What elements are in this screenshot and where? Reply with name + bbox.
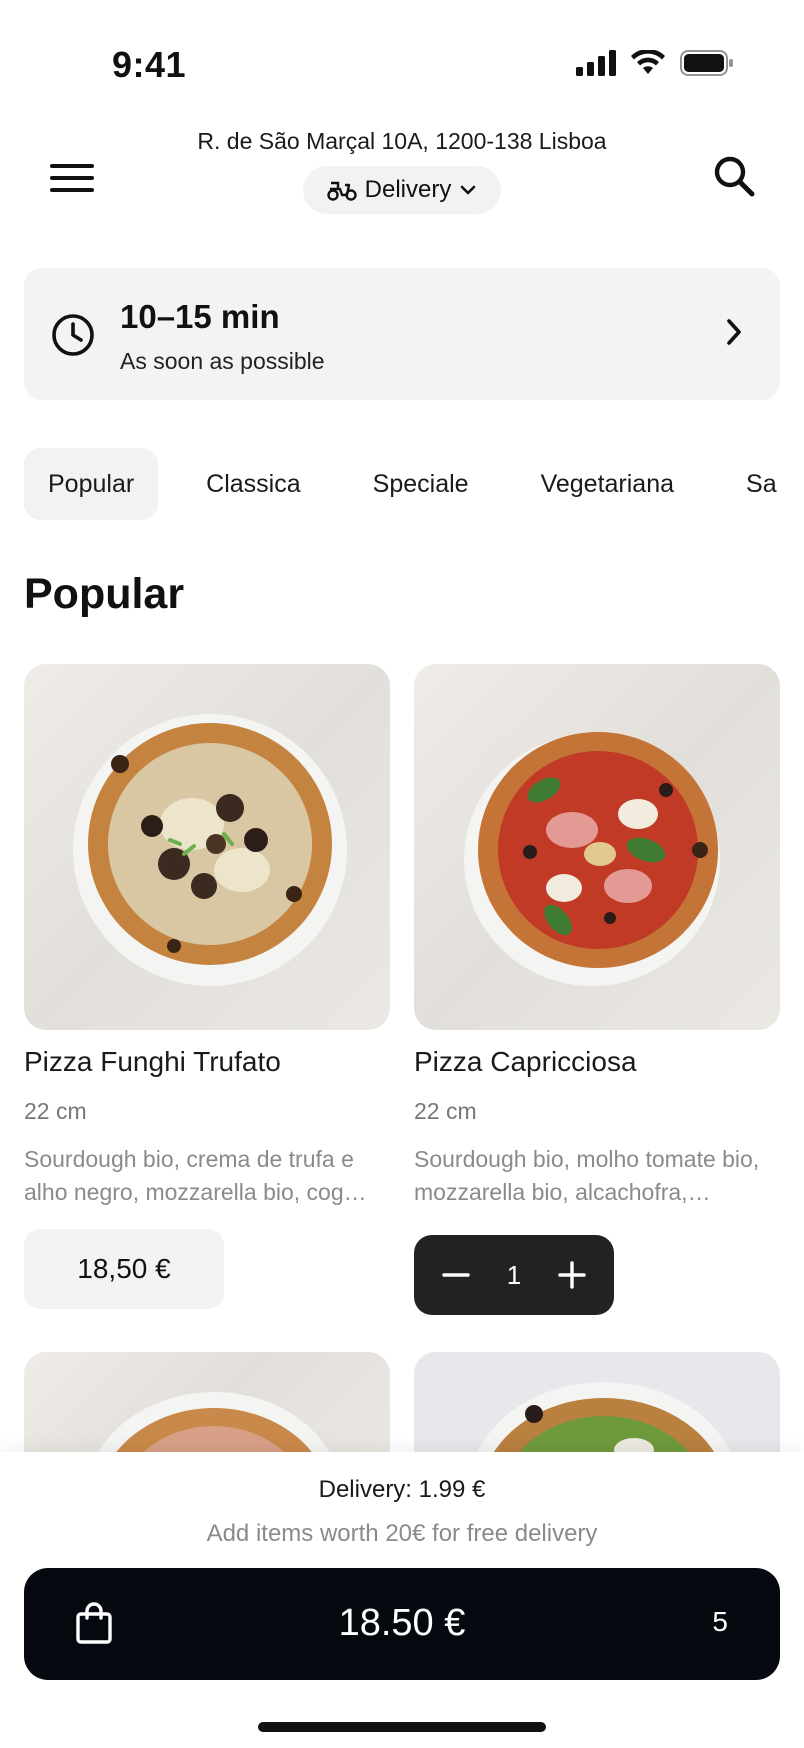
tab-speciale[interactable]: Speciale (349, 448, 493, 520)
section-title: Popular (24, 570, 185, 618)
tab-sa-truncated[interactable]: Sa (722, 448, 801, 520)
hamburger-menu-icon (50, 164, 94, 192)
search-icon (714, 156, 755, 197)
clock-icon (52, 314, 94, 356)
pizza-funghi-image (73, 714, 347, 986)
tab-vegetariana[interactable]: Vegetariana (517, 448, 698, 520)
delivery-time-card[interactable]: 10–15 min As soon as possible (24, 268, 780, 400)
product-name: Pizza Capricciosa (414, 1046, 637, 1077)
status-time: 9:41 (112, 44, 187, 85)
quantity-value: 1 (506, 1259, 522, 1290)
product-image[interactable] (24, 664, 390, 1030)
product-size: 22 cm (414, 1098, 477, 1124)
category-tabs: Popular Classica Speciale Vegetariana Sa (24, 448, 804, 520)
add-to-cart-price-button[interactable]: 18,50 € (24, 1229, 224, 1309)
delivery-address[interactable]: R. de São Marçal 10A, 1200-138 Lisboa (0, 128, 804, 155)
pizza-capricciosa-image (464, 732, 720, 986)
delivery-mode-label: Delivery (364, 176, 452, 203)
chevron-right-icon (727, 319, 741, 345)
product-card[interactable]: Pizza Capricciosa 22 cm Sourdough bio, m… (414, 664, 780, 1315)
tab-popular[interactable]: Popular (24, 448, 159, 520)
product-name: Pizza Funghi Trufato (24, 1046, 281, 1077)
status-icons (576, 50, 734, 76)
minus-icon (442, 1273, 470, 1277)
eta-subtitle: As soon as possible (120, 348, 325, 374)
view-cart-button[interactable]: 18.50 € 5 (24, 1568, 780, 1680)
delivery-fee: Delivery: 1.99 € (318, 1476, 486, 1503)
eta-title: 10–15 min (120, 298, 280, 335)
delivery-mode-selector[interactable]: Delivery (303, 166, 501, 214)
product-description: Sourdough bio, crema de trufa e alho neg… (24, 1146, 367, 1205)
search-button[interactable] (704, 146, 764, 206)
product-size: 22 cm (24, 1098, 87, 1124)
status-bar: 9:41 (0, 0, 804, 120)
chevron-down-icon (461, 185, 476, 195)
battery-icon (680, 50, 733, 76)
plus-icon (558, 1261, 586, 1289)
tab-classica[interactable]: Classica (182, 448, 324, 520)
cart-bottom-sheet: Delivery: 1.99 € Add items worth 20€ for… (0, 1452, 804, 1748)
cart-total: 18.50 € (338, 1602, 466, 1644)
increase-quantity-button[interactable] (552, 1255, 592, 1295)
product-description: Sourdough bio, molho tomate bio, mozzare… (414, 1146, 760, 1205)
quantity-stepper: 1 (414, 1235, 614, 1315)
decrease-quantity-button[interactable] (436, 1255, 476, 1295)
home-indicator (258, 1722, 546, 1732)
menu-button[interactable] (44, 150, 100, 206)
free-delivery-note: Add items worth 20€ for free delivery (206, 1520, 598, 1547)
product-card[interactable]: Pizza Funghi Trufato 22 cm Sourdough bio… (24, 664, 390, 1309)
scooter-icon (326, 181, 357, 201)
cart-item-count: 5 (712, 1606, 728, 1637)
wifi-icon (631, 50, 665, 74)
product-image[interactable] (414, 664, 780, 1030)
header: R. de São Marçal 10A, 1200-138 Lisboa De… (0, 120, 804, 230)
cellular-signal-icon (576, 50, 616, 76)
